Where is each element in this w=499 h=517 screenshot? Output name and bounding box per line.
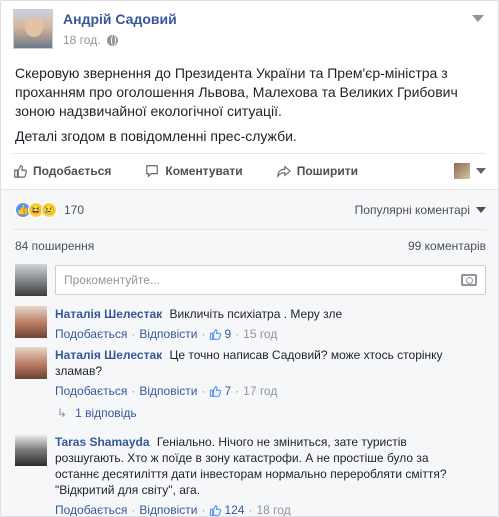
reactions-row: 👍 😆 😢 170 Популярні коментарі — [15, 199, 486, 221]
facebook-post: Андрій Садовий 18 год. Скеровую зверненн… — [0, 0, 499, 517]
comment-icon — [146, 165, 159, 178]
commenter-avatar[interactable] — [15, 306, 47, 338]
like-count-value: 9 — [224, 327, 232, 341]
comment-input[interactable]: Прокоментуйте... — [55, 265, 486, 295]
comment-like-link[interactable]: Подобається — [55, 383, 127, 399]
commenter-name[interactable]: Наталія Шелестак — [55, 348, 162, 362]
counts-row: 84 поширення 99 коментарів — [15, 239, 486, 253]
comment-content: Наталія Шелестак Це точно написав Садови… — [55, 347, 475, 379]
share-button[interactable]: Поширити — [276, 164, 358, 178]
comment-content: Наталія Шелестак Викличіть психіатра . М… — [55, 306, 342, 322]
comment-like-count[interactable]: 9 — [209, 326, 231, 342]
separator: · — [248, 503, 253, 517]
author-name[interactable]: Андрій Садовий — [63, 11, 177, 27]
like-count-value: 124 — [224, 503, 245, 517]
post-as-selector[interactable] — [454, 163, 486, 179]
comment-button[interactable]: Коментувати — [145, 164, 243, 178]
commenter-name[interactable]: Наталія Шелестак — [55, 307, 162, 321]
divider — [13, 153, 486, 154]
comment: Taras Shamayda Геніально. Нічого не змін… — [15, 434, 486, 517]
like-label: Подобається — [33, 164, 112, 178]
comment-time[interactable]: 15 год — [243, 326, 277, 342]
post-paragraph: Скеровую звернення до Президента України… — [15, 65, 458, 119]
comment-time[interactable]: 17 год — [243, 383, 277, 399]
thumbs-up-icon — [210, 385, 222, 397]
post-text: Скеровую звернення до Президента України… — [15, 64, 485, 146]
comment-input-placeholder: Прокоментуйте... — [64, 273, 160, 287]
commenter-name[interactable]: Taras Shamayda — [55, 435, 150, 449]
comment-label: Коментувати — [165, 164, 243, 178]
post-options-chevron-icon[interactable] — [472, 15, 484, 22]
reaction-count[interactable]: 170 — [64, 203, 84, 217]
comment-body: Taras Shamayda Геніально. Нічого не змін… — [55, 434, 475, 517]
separator: · — [235, 327, 240, 341]
comment-reply-link[interactable]: Відповісти — [139, 502, 197, 516]
comment-links: Подобається · Відповісти · 124 · 18 год — [55, 502, 475, 517]
comment-body: Наталія Шелестак Це точно написав Садови… — [55, 347, 475, 399]
replies-label: 1 відповідь — [75, 406, 137, 420]
page-avatar — [454, 163, 470, 179]
author-avatar[interactable] — [13, 9, 53, 49]
comment-composer: Прокоментуйте... — [15, 263, 486, 297]
separator: · — [201, 384, 206, 398]
separator: · — [131, 384, 136, 398]
comment-time[interactable]: 18 год — [256, 502, 290, 516]
comment-text: Викличіть психіатра . Меру зле — [169, 307, 343, 321]
comment: Наталія Шелестак Викличіть психіатра . М… — [15, 306, 486, 342]
thumbs-up-icon — [14, 165, 27, 178]
camera-icon[interactable] — [461, 274, 477, 286]
like-count-value: 7 — [224, 384, 232, 398]
comment-body: Наталія Шелестак Викличіть психіатра . М… — [55, 306, 342, 342]
view-replies-link[interactable]: ↳ 1 відповідь — [57, 406, 137, 420]
post-actions: Подобається Коментувати Поширити — [13, 157, 486, 185]
comment: Наталія Шелестак Це точно написав Садови… — [15, 347, 486, 399]
reply-arrow-icon: ↳ — [57, 406, 68, 420]
caret-down-icon — [476, 168, 486, 174]
separator: · — [201, 503, 206, 517]
share-label: Поширити — [296, 164, 358, 178]
comment-like-count[interactable]: 7 — [209, 383, 231, 399]
thumbs-up-icon — [210, 504, 222, 516]
separator: · — [131, 327, 136, 341]
comment-content: Taras Shamayda Геніально. Нічого не змін… — [55, 434, 475, 498]
sad-reaction-icon[interactable]: 😢 — [41, 202, 57, 218]
shares-count[interactable]: 84 поширення — [15, 239, 94, 253]
separator: · — [235, 384, 240, 398]
post-time[interactable]: 18 год. — [63, 33, 101, 47]
comment-reply-link[interactable]: Відповісти — [139, 326, 197, 342]
share-icon — [276, 165, 291, 178]
separator: · — [131, 503, 136, 517]
divider — [13, 229, 486, 230]
separator: · — [201, 327, 206, 341]
comment-like-link[interactable]: Подобається — [55, 326, 127, 342]
post-paragraph: Деталі згодом в повідомленні прес-служби… — [15, 128, 297, 144]
comment-links: Подобається · Відповісти · 7 · 17 год — [55, 383, 475, 399]
comment-like-count[interactable]: 124 — [209, 502, 245, 517]
post-meta: 18 год. — [63, 33, 177, 47]
comment-sort-dropdown[interactable]: Популярні коментарі — [355, 203, 486, 217]
comment-links: Подобається · Відповісти · 9 · 15 год — [55, 326, 342, 342]
thumbs-up-icon — [210, 328, 222, 340]
header-text: Андрій Садовий 18 год. — [63, 11, 177, 47]
sort-label: Популярні коментарі — [354, 203, 470, 217]
like-button[interactable]: Подобається — [13, 164, 111, 178]
comment-reply-link[interactable]: Відповісти — [139, 383, 197, 399]
post-header: Андрій Садовий 18 год. — [13, 9, 177, 49]
comment-like-link[interactable]: Подобається — [55, 502, 127, 516]
comments-count[interactable]: 99 коментарів — [408, 239, 486, 253]
commenter-avatar[interactable] — [15, 434, 47, 466]
caret-down-icon — [476, 207, 486, 213]
globe-icon — [106, 34, 118, 46]
commenter-avatar[interactable] — [15, 347, 47, 379]
current-user-avatar — [15, 264, 47, 296]
